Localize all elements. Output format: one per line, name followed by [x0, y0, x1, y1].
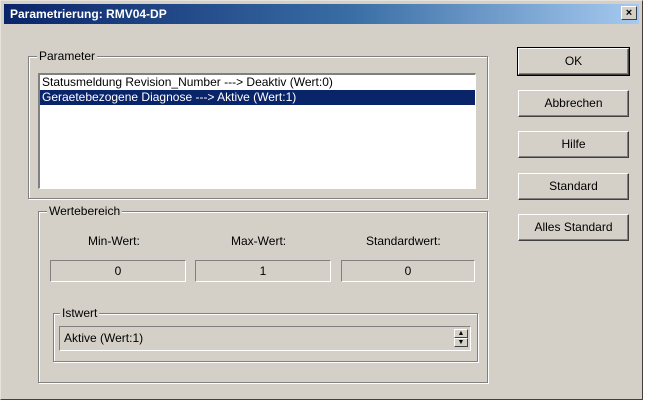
- parameter-group-label: Parameter: [37, 49, 98, 63]
- standard-value-label: Standardwert:: [366, 234, 441, 248]
- spin-buttons: ▲ ▼: [454, 329, 468, 348]
- standard-button[interactable]: Standard: [518, 173, 629, 200]
- cancel-button[interactable]: Abbrechen: [518, 90, 629, 117]
- parameter-list[interactable]: Statusmeldung Revision_Number ---> Deakt…: [38, 73, 476, 189]
- help-button[interactable]: Hilfe: [518, 131, 629, 158]
- wertebereich-group-label: Wertebereich: [47, 204, 123, 218]
- spin-up-button[interactable]: ▲: [454, 329, 468, 338]
- max-value-field: 1: [195, 260, 331, 282]
- min-value-label: Min-Wert:: [88, 234, 140, 248]
- standard-value-field: 0: [341, 260, 475, 282]
- max-value-label: Max-Wert:: [231, 234, 287, 248]
- all-standard-button[interactable]: Alles Standard: [518, 214, 629, 241]
- min-value-field: 0: [50, 260, 186, 282]
- list-item[interactable]: Statusmeldung Revision_Number ---> Deakt…: [40, 75, 475, 90]
- dialog-window: Parametrierung: RMV04-DP × Parameter Sta…: [0, 0, 643, 400]
- window-title: Parametrierung: RMV04-DP: [10, 7, 167, 21]
- close-button[interactable]: ×: [621, 6, 637, 20]
- istwert-value: Aktive (Wert:1): [64, 331, 144, 345]
- istwert-group-label: Istwert: [60, 306, 100, 320]
- title-bar[interactable]: Parametrierung: RMV04-DP ×: [4, 4, 639, 24]
- istwert-spinner[interactable]: Aktive (Wert:1) ▲ ▼: [59, 326, 471, 351]
- list-item-selected[interactable]: Geraetebezogene Diagnose ---> Aktive (We…: [40, 90, 475, 105]
- ok-button[interactable]: OK: [517, 47, 630, 76]
- spin-down-button[interactable]: ▼: [454, 338, 468, 347]
